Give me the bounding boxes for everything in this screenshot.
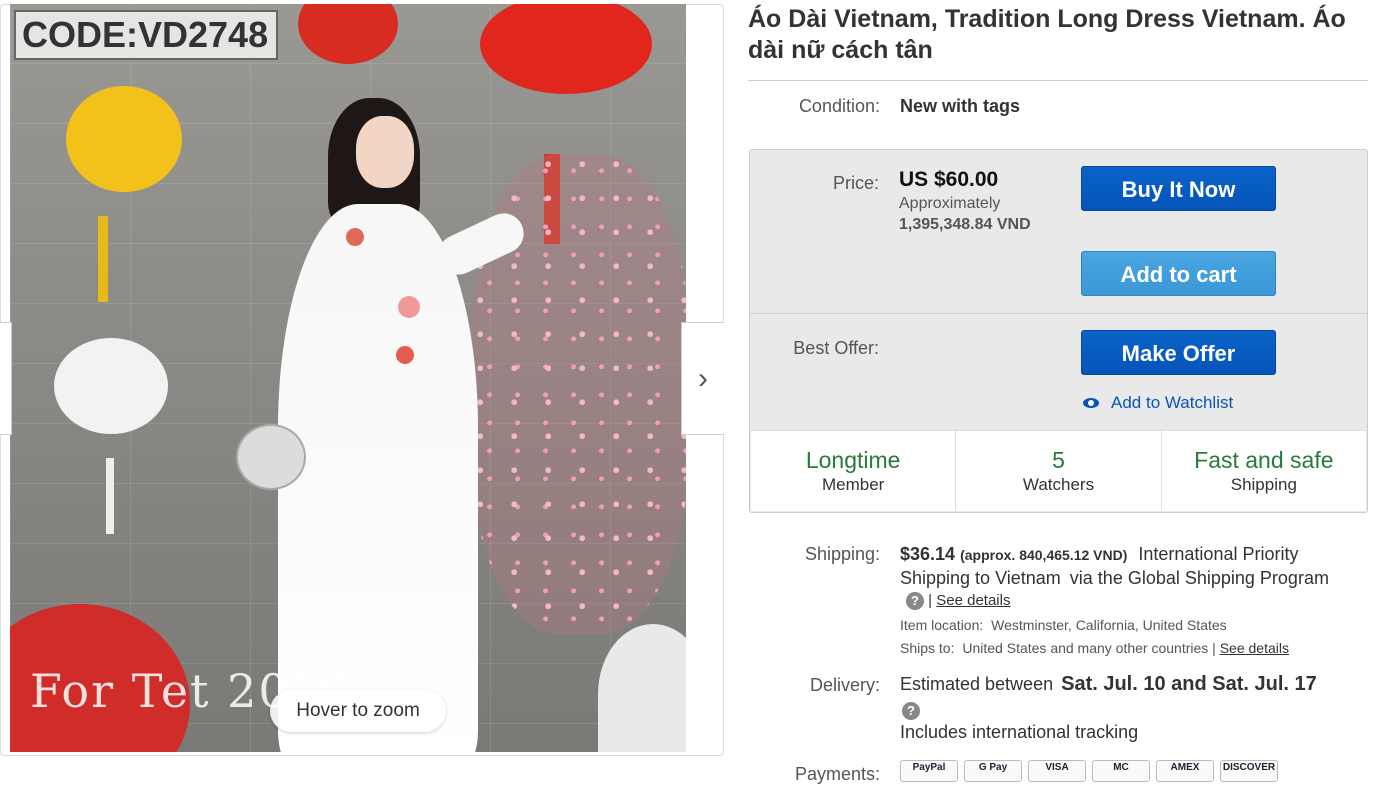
visa-icon: VISA [1028, 760, 1086, 782]
condition-label: Condition: [798, 96, 880, 116]
product-code-label: CODE:VD2748 [14, 10, 278, 60]
item-title: Áo Dài Vietnam, Tradition Long Dress Vie… [748, 5, 1346, 64]
price-label: Price: [832, 173, 879, 193]
paypal-icon: PayPal [900, 760, 958, 782]
stat-longtime-member: Longtime Member [751, 431, 957, 511]
make-offer-button[interactable]: Make Offer [1081, 330, 1276, 375]
ships-to: Ships to: United States and many other c… [900, 640, 1289, 656]
hover-to-zoom-hint: Hover to zoom [270, 690, 446, 732]
flower [396, 346, 414, 364]
stat-watchers: 5 Watchers [956, 431, 1162, 511]
price-value: US $60.00 [899, 168, 999, 191]
delivery-estimate: Estimated between Sat. Jul. 10 and Sat. … [900, 673, 1317, 696]
shipping-details: $36.14 (approx. 840,465.12 VND) Internat… [900, 543, 1370, 590]
flower [346, 228, 364, 246]
delivery-tracking: Includes international tracking [900, 722, 1139, 742]
yellow-tassel [98, 216, 108, 302]
shipping-see-details-link[interactable]: See details [936, 592, 1010, 609]
item-location-label: Item location: [900, 617, 984, 633]
item-location: Item location: Westminster, California, … [900, 617, 1227, 633]
delivery-estimated-text: Estimated between [900, 674, 1054, 694]
stat-bottom: Watchers [1022, 475, 1095, 494]
item-location-value: Westminster, California, United States [991, 617, 1227, 633]
shipping-approx: (approx. 840,465.12 VND) [960, 547, 1128, 563]
white-tassel [106, 458, 114, 534]
ships-to-see-details-link[interactable]: See details [1220, 640, 1289, 656]
stat-bottom: Shipping [1230, 475, 1297, 494]
shipping-help-row: ? | See details [906, 592, 1010, 611]
condition-value: New with tags [900, 96, 1021, 116]
delivery-label: Delivery: [809, 675, 880, 695]
chevron-right-icon: › [698, 361, 708, 395]
google-pay-icon: G Pay [964, 760, 1022, 782]
best-offer-label: Best Offer: [793, 338, 879, 358]
payments-label: Payments: [794, 764, 880, 784]
stat-top: Longtime [805, 447, 901, 473]
white-lantern [54, 338, 168, 434]
stat-top: Fast and safe [1194, 447, 1334, 473]
buy-it-now-button[interactable]: Buy It Now [1081, 166, 1276, 211]
product-image[interactable]: CODE:VD2748 For Tet 2019 Hover to zoom [10, 4, 686, 752]
face [356, 116, 414, 188]
previous-image-button[interactable] [0, 322, 12, 435]
mastercard-icon: MC [1092, 760, 1150, 782]
help-icon[interactable]: ? [902, 702, 920, 720]
delivery-dates: Sat. Jul. 10 and Sat. Jul. 17 [1061, 673, 1317, 695]
delivery-help: ? [902, 702, 920, 720]
next-image-button[interactable]: › [681, 322, 724, 435]
discover-icon: DISCOVER [1220, 760, 1278, 782]
approx-value: 1,395,348.84 VND [899, 216, 1031, 233]
handbag [236, 424, 306, 490]
add-to-cart-button[interactable]: Add to cart [1081, 251, 1276, 296]
seller-stats: Longtime Member 5 Watchers Fast and safe… [751, 430, 1366, 511]
shipping-label: Shipping: [804, 544, 880, 564]
add-to-watchlist-link[interactable]: Add to Watchlist [1083, 393, 1233, 413]
stat-bottom: Member [821, 475, 885, 494]
amex-icon: AMEX [1156, 760, 1214, 782]
ships-to-label: Ships to: [900, 640, 955, 656]
stat-fast-shipping: Fast and safe Shipping [1162, 431, 1366, 511]
shipping-program: via the Global Shipping Program [1069, 568, 1329, 588]
yellow-lantern [66, 86, 182, 192]
ships-to-value: United States and many other countries | [962, 640, 1216, 656]
title-divider [748, 80, 1368, 81]
flower [398, 296, 420, 318]
buybox-divider [750, 313, 1367, 314]
help-icon[interactable]: ? [906, 592, 924, 611]
stat-top: 5 [1052, 447, 1065, 473]
eye-icon [1083, 398, 1099, 408]
approx-label: Approximately [899, 195, 1001, 212]
watchlist-label: Add to Watchlist [1111, 393, 1234, 412]
shipping-cost: $36.14 [900, 544, 956, 564]
